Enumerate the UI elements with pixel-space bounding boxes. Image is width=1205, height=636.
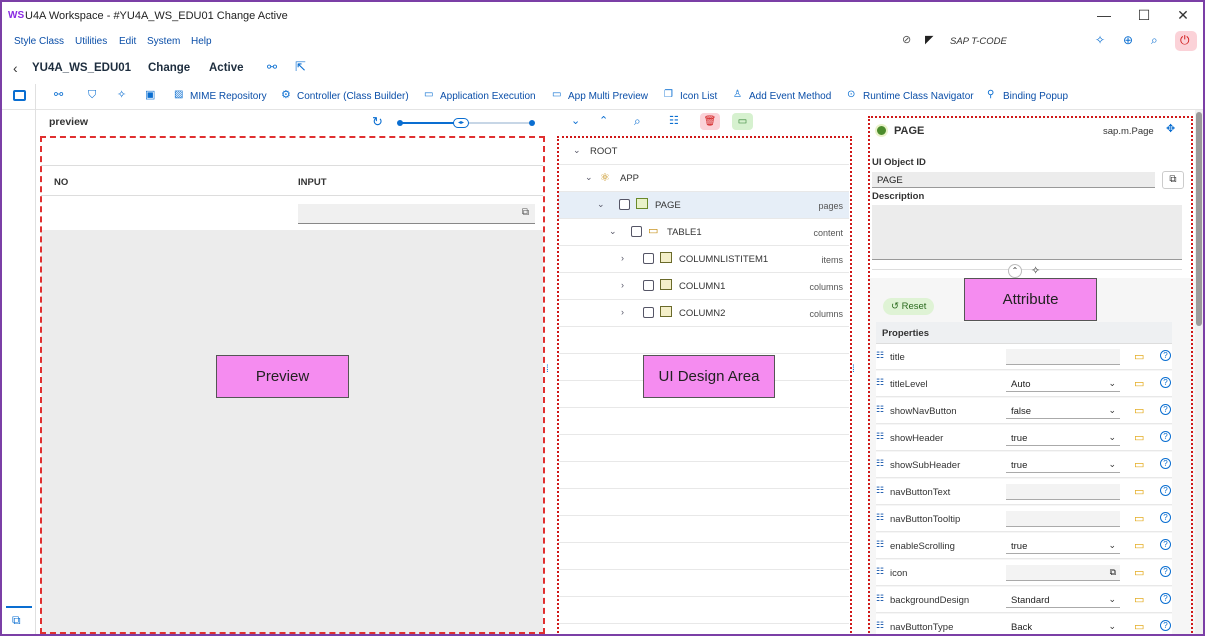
mime-repository-button[interactable]: MIME Repository <box>190 91 267 102</box>
ws-logo: WS <box>8 10 25 21</box>
delete-button[interactable]: 🗑 <box>700 113 720 130</box>
multi-window-icon: ▭ <box>552 89 562 100</box>
zoom-slider[interactable]: ◂▸ <box>397 118 535 128</box>
app-execution-button[interactable]: Application Execution <box>440 91 536 102</box>
sap-tcode-label[interactable]: SAP T-CODE <box>950 36 1007 47</box>
zoom-in-icon[interactable]: ⊕ <box>1123 34 1133 46</box>
flag-icon: ◤ <box>925 34 934 46</box>
binding-popup-button[interactable]: Binding Popup <box>1003 91 1068 102</box>
menu-bar: Style Class Utilities Edit System Help ⊘… <box>2 31 1203 52</box>
menu-help[interactable]: Help <box>191 36 212 47</box>
maximize-button[interactable]: ☐ <box>1134 7 1154 24</box>
slider-max-dot <box>529 120 535 126</box>
gear-icon: ⚙ <box>281 89 291 101</box>
collapse-all-icon[interactable]: ⌃ <box>599 116 608 127</box>
menu-edit[interactable]: Edit <box>119 36 136 47</box>
shield-icon[interactable]: ⛉ <box>88 90 96 101</box>
window-title: U4A Workspace - #YU4A_WS_EDU01 Change Ac… <box>25 10 288 22</box>
search-icon[interactable]: ⌕ <box>1151 34 1158 46</box>
slider-fill <box>399 122 457 124</box>
runtime-class-navigator-button[interactable]: Runtime Class Navigator <box>863 91 974 102</box>
menu-style-class[interactable]: Style Class <box>14 36 64 47</box>
splitter-grip-icon[interactable]: ⁞ <box>546 364 549 375</box>
slider-min-dot <box>397 120 403 126</box>
logout-button[interactable]: ⏻ <box>1175 31 1197 51</box>
strip-divider <box>6 606 32 608</box>
design-panel: ⌄ ⌃ ⌕ ☷ 🗑 ▭ ⌄ ROOT ⌄ ⚛ APP ⌄ PAGE pages <box>555 110 852 634</box>
close-window-button[interactable]: ✕ <box>1173 7 1193 24</box>
add-event-method-button[interactable]: Add Event Method <box>749 91 831 102</box>
preview-annotation: Preview <box>216 355 349 398</box>
mode-label: Change <box>148 62 191 74</box>
title-bar: WS U4A Workspace - #YU4A_WS_EDU01 Change… <box>2 2 1203 30</box>
search-icon[interactable]: ⌕ <box>634 115 641 127</box>
scrollbar[interactable] <box>1195 110 1203 634</box>
minimize-button[interactable]: — <box>1094 7 1114 23</box>
list-icon[interactable]: ☷ <box>669 116 679 127</box>
preview-display-button[interactable]: ▭ <box>732 113 753 130</box>
eye-off-icon[interactable]: ⊘ <box>902 35 911 46</box>
copy-icon: ❐ <box>664 89 673 100</box>
expand-all-icon[interactable]: ⌄ <box>571 116 580 127</box>
person-icon: ♙ <box>733 89 742 100</box>
wand-icon[interactable]: ✧ <box>117 90 126 101</box>
controller-button[interactable]: Controller (Class Builder) <box>297 91 409 102</box>
binoculars-icon[interactable]: ⚯ <box>54 90 63 101</box>
attribute-annotation: Attribute <box>964 278 1097 321</box>
trash-icon: 🗑 <box>703 116 717 127</box>
preview-panel: preview ↻ ◂▸ NO INPUT ⧉ Preview <box>37 110 546 634</box>
layout-icon <box>13 90 26 101</box>
preview-title: preview <box>49 116 89 128</box>
app-name: YU4A_WS_EDU01 <box>32 62 132 74</box>
attribute-panel: PAGE sap.m.Page ✥ UI Object ID PAGE ⧉ De… <box>868 110 1195 634</box>
scrollbar-thumb[interactable] <box>1196 112 1202 326</box>
refresh-icon[interactable]: ↻ <box>372 115 383 128</box>
icon-list-button[interactable]: Icon List <box>680 91 717 102</box>
menu-utilities[interactable]: Utilities <box>75 36 107 47</box>
attribute-highlight <box>868 116 1193 634</box>
save-icon[interactable]: ▣ <box>145 90 155 101</box>
navigator-icon: ⊙ <box>847 89 856 100</box>
slider-handle[interactable]: ◂▸ <box>453 118 469 128</box>
expand-panel-icon[interactable]: ⧉ <box>12 614 21 626</box>
status-label: Active <box>209 62 244 74</box>
layout-toggle[interactable] <box>2 84 36 110</box>
design-annotation: UI Design Area <box>643 355 775 398</box>
link-icon: ⚲ <box>987 89 995 100</box>
menu-system[interactable]: System <box>147 36 180 47</box>
share-icon[interactable]: ⇱ <box>295 60 306 73</box>
workspace-window: WS U4A Workspace - #YU4A_WS_EDU01 Change… <box>0 0 1205 636</box>
magic-wand-icon[interactable]: ✧ <box>1095 34 1105 46</box>
monitor-icon: ▭ <box>737 116 748 127</box>
binoculars-icon[interactable]: ⚯ <box>267 61 277 73</box>
back-chevron-icon[interactable]: ‹ <box>13 60 18 76</box>
left-strip: ⧉ <box>2 110 36 634</box>
image-icon: ▨ <box>174 89 184 100</box>
power-icon: ⏻ <box>1180 33 1190 47</box>
app-multi-preview-button[interactable]: App Multi Preview <box>568 91 648 102</box>
window-icon: ▭ <box>424 89 434 100</box>
splitter-grip-icon[interactable]: ⁞ <box>852 364 855 375</box>
